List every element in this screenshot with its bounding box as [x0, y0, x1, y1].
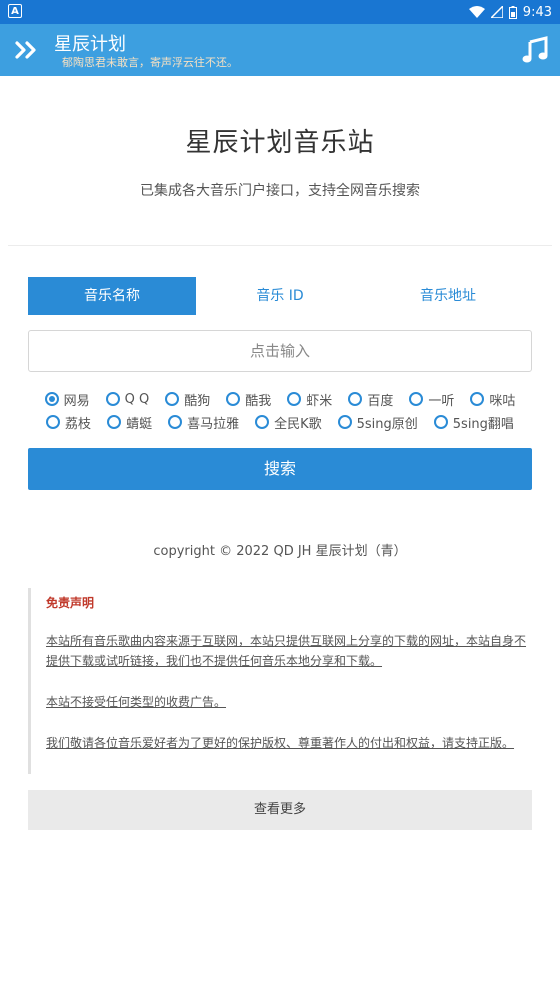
status-icons: 9:43	[468, 0, 552, 24]
radio-icon[interactable]	[337, 415, 352, 429]
radio-icon[interactable]	[433, 415, 448, 429]
source-option-lizhi[interactable]: 荔枝	[46, 412, 91, 432]
source-option-xiami[interactable]: 虾米	[287, 389, 332, 409]
radio-icon[interactable]	[46, 415, 61, 429]
source-option-kugou[interactable]: 酷狗	[165, 389, 210, 409]
search-button[interactable]: 搜索	[28, 448, 532, 490]
disclaimer-paragraph: 本站不接受任何类型的收费广告。	[46, 695, 227, 709]
clock: 9:43	[522, 4, 552, 20]
source-option-quanmin-kge[interactable]: 全民K歌	[255, 412, 322, 432]
copyright-text: copyright © 2022 QD JH 星辰计划（青）	[153, 544, 407, 559]
source-option-ximalaya[interactable]: 喜马拉雅	[168, 412, 239, 432]
music-note-icon[interactable]	[522, 36, 548, 64]
wifi-icon	[468, 6, 485, 18]
source-option-qq[interactable]: Q Q	[105, 389, 149, 409]
tab-music-name[interactable]: 音乐名称	[28, 277, 196, 315]
source-option-5sing-cover[interactable]: 5sing翻唱	[433, 412, 514, 432]
radio-icon[interactable]	[168, 415, 183, 429]
source-option-kuwo[interactable]: 酷我	[226, 389, 271, 409]
radio-icon[interactable]	[105, 392, 120, 406]
source-option-migu[interactable]: 咪咕	[470, 389, 515, 409]
source-options-row-2: 荔枝 蜻蜓 喜马拉雅 全民K歌 5sing原创 5sing翻唱	[28, 412, 532, 432]
signal-icon	[490, 6, 503, 18]
page-subtitle: 已集成各大音乐门户接口，支持全网音乐搜索	[140, 183, 420, 199]
radio-icon[interactable]	[255, 415, 270, 429]
app-bar: 星辰计划 郁陶思君未敢言，寄声浮云往不还。	[0, 24, 560, 76]
page-title: 星辰计划音乐站	[185, 128, 375, 158]
radio-selected-icon[interactable]	[44, 392, 59, 406]
source-option-netease[interactable]: 网易	[44, 389, 90, 409]
source-options-row-1: 网易 Q Q 酷狗 酷我 虾米 百度 一听 咪咕	[28, 389, 532, 409]
double-chevron-right-icon[interactable]	[14, 37, 40, 63]
radio-icon[interactable]	[226, 392, 241, 406]
source-option-yiting[interactable]: 一听	[409, 389, 454, 409]
source-option-qingting[interactable]: 蜻蜓	[107, 412, 152, 432]
search-mode-tabs: 音乐名称 音乐 ID 音乐地址	[28, 277, 532, 315]
search-input[interactable]	[28, 330, 532, 372]
radio-icon[interactable]	[348, 392, 363, 406]
radio-icon[interactable]	[165, 392, 180, 406]
status-bar: A 9:43	[0, 0, 560, 24]
view-more-button[interactable]: 查看更多	[28, 790, 532, 830]
disclaimer-block: 免责声明 本站所有音乐歌曲内容来源于互联网，本站只提供互联网上分享的下载的网址，…	[28, 588, 532, 774]
radio-icon[interactable]	[287, 392, 302, 406]
radio-icon[interactable]	[470, 392, 485, 406]
disclaimer-paragraph: 我们敬请各位音乐爱好者为了更好的保护版权、尊重著作人的付出和权益，请支持正版。	[46, 736, 515, 750]
source-option-5sing-original[interactable]: 5sing原创	[337, 412, 418, 432]
app-title: 星辰计划	[54, 34, 126, 55]
disclaimer-paragraph: 本站所有音乐歌曲内容来源于互联网，本站只提供互联网上分享的下载的网址，本站自身不…	[46, 634, 527, 668]
radio-icon[interactable]	[409, 392, 424, 406]
source-option-baidu[interactable]: 百度	[348, 389, 393, 409]
battery-icon	[508, 5, 517, 19]
divider	[8, 245, 552, 246]
disclaimer-heading: 免责声明	[46, 596, 95, 610]
tab-music-url[interactable]: 音乐地址	[364, 277, 532, 315]
radio-icon[interactable]	[107, 415, 122, 429]
notification-icon: A	[8, 4, 22, 18]
app-subtitle: 郁陶思君未敢言，寄声浮云往不还。	[62, 56, 238, 69]
tab-music-id[interactable]: 音乐 ID	[196, 277, 364, 315]
